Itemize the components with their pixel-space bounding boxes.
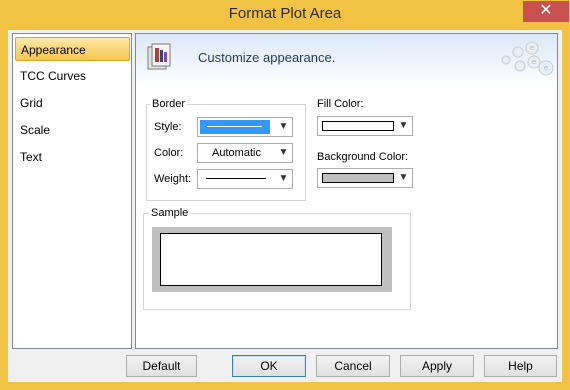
apply-button[interactable]: Apply bbox=[400, 355, 474, 377]
window-frame-left bbox=[0, 30, 8, 390]
color-label: Color: bbox=[154, 147, 184, 159]
svg-text:e: e bbox=[544, 64, 548, 72]
border-group-label: Border bbox=[150, 98, 188, 110]
background-color-select[interactable]: ▼ bbox=[317, 168, 413, 188]
settings-pane: Customize appearance. eee Border Style: bbox=[135, 33, 558, 349]
svg-text:e: e bbox=[532, 58, 536, 66]
nav-item-grid[interactable]: Grid bbox=[15, 91, 130, 115]
window-title: Format Plot Area bbox=[228, 5, 342, 22]
style-selection-highlight bbox=[200, 120, 270, 134]
default-button[interactable]: Default bbox=[126, 355, 197, 377]
svg-text:e: e bbox=[530, 44, 534, 52]
chevron-down-icon[interactable]: ▼ bbox=[275, 144, 292, 162]
fill-color-select[interactable]: ▼ bbox=[317, 116, 413, 136]
title-bar[interactable]: Format Plot Area ✕ bbox=[0, 0, 570, 30]
nav-item-appearance[interactable]: Appearance bbox=[15, 37, 130, 61]
line-style-sample bbox=[207, 126, 262, 127]
cancel-button[interactable]: Cancel bbox=[316, 355, 390, 377]
category-list: Appearance TCC Curves Grid Scale Text bbox=[12, 33, 132, 349]
dialog-client-area: Appearance TCC Curves Grid Scale Text Cu… bbox=[8, 30, 562, 382]
style-label: Style: bbox=[154, 121, 182, 133]
nav-item-tcc-curves[interactable]: TCC Curves bbox=[15, 64, 130, 88]
nav-item-scale[interactable]: Scale bbox=[15, 118, 130, 142]
decoration-bubbles-icon: eee bbox=[501, 41, 554, 76]
fill-color-label: Fill Color: bbox=[317, 98, 364, 110]
dialog-window: Format Plot Area ✕ Appearance TCC Curves… bbox=[0, 0, 570, 390]
banner-text: Customize appearance. bbox=[198, 50, 336, 65]
help-button[interactable]: Help bbox=[484, 355, 557, 377]
chevron-down-icon[interactable]: ▼ bbox=[275, 118, 292, 136]
border-color-select[interactable]: Automatic ▼ bbox=[197, 143, 293, 163]
weight-label: Weight: bbox=[154, 173, 192, 185]
chevron-down-icon[interactable]: ▼ bbox=[395, 117, 412, 135]
header-banner: Customize appearance. eee bbox=[136, 34, 557, 86]
close-button[interactable]: ✕ bbox=[523, 1, 569, 22]
window-frame-bottom bbox=[0, 382, 570, 390]
line-weight-sample bbox=[206, 178, 266, 179]
nav-item-text[interactable]: Text bbox=[15, 145, 130, 169]
appearance-icon bbox=[147, 43, 171, 70]
sample-plot-area bbox=[160, 233, 382, 286]
fill-color-swatch bbox=[322, 121, 394, 131]
window-frame-right bbox=[562, 30, 570, 390]
sample-group-label: Sample bbox=[149, 207, 191, 219]
background-color-swatch bbox=[322, 173, 394, 183]
background-color-label: Background Color: bbox=[317, 151, 409, 163]
chevron-down-icon[interactable]: ▼ bbox=[395, 169, 412, 187]
border-style-select[interactable]: ▼ bbox=[197, 117, 293, 137]
border-weight-select[interactable]: ▼ bbox=[197, 169, 293, 189]
ok-button[interactable]: OK bbox=[232, 355, 306, 377]
chevron-down-icon[interactable]: ▼ bbox=[275, 170, 292, 188]
border-color-value: Automatic bbox=[212, 147, 261, 159]
sample-background bbox=[152, 227, 392, 292]
